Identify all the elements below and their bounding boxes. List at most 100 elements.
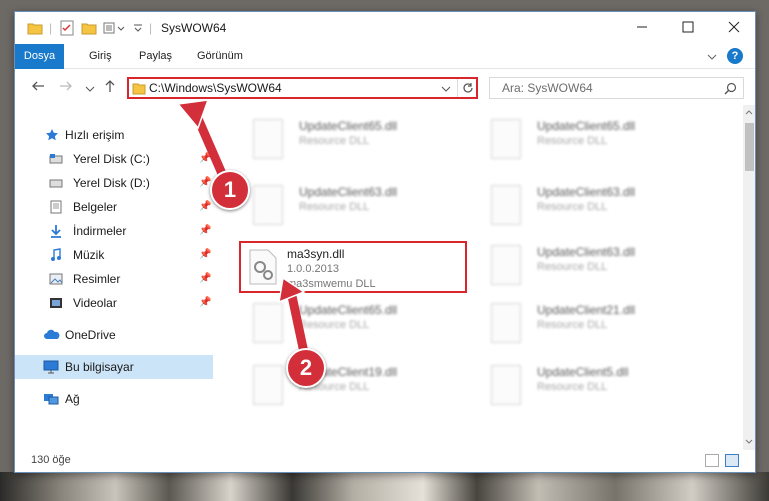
file-item[interactable]: UpdateClient65.dll Resource DLL bbox=[239, 297, 467, 349]
quick-access-dropdown-icon[interactable] bbox=[133, 20, 143, 36]
file-description: Resource DLL bbox=[299, 319, 370, 331]
tab-share[interactable]: Paylaş bbox=[131, 44, 180, 69]
music-icon bbox=[51, 248, 61, 261]
file-description: Resource DLL bbox=[537, 261, 608, 273]
pictures-icon bbox=[49, 273, 63, 285]
up-icon[interactable] bbox=[103, 79, 117, 96]
file-description: Resource DLL bbox=[537, 319, 608, 331]
pin-icon[interactable]: 📌 bbox=[199, 243, 211, 267]
address-row: C:\Windows\SysWOW64 Ara: SysWOW64 bbox=[15, 69, 755, 105]
downloads-icon bbox=[51, 225, 61, 238]
maximize-button[interactable] bbox=[665, 12, 711, 42]
forward-icon[interactable] bbox=[59, 79, 73, 96]
videos-icon bbox=[50, 298, 62, 308]
customize-icon[interactable] bbox=[103, 20, 125, 36]
nav-label: OneDrive bbox=[65, 328, 116, 342]
nav-item-disk-d[interactable]: Yerel Disk (D:) 📌 bbox=[15, 171, 213, 195]
status-bar: 130 öğe bbox=[15, 450, 755, 472]
address-bar[interactable]: C:\Windows\SysWOW64 bbox=[127, 77, 478, 99]
minimize-icon bbox=[637, 26, 647, 28]
expand-ribbon-icon[interactable] bbox=[707, 51, 717, 65]
scrollbar-thumb[interactable] bbox=[745, 123, 754, 171]
file-name: UpdateClient63.dll bbox=[537, 245, 636, 259]
scroll-down-icon[interactable] bbox=[745, 439, 753, 445]
file-description: ma3smwemu DLL bbox=[287, 278, 376, 290]
nav-item-quick-access[interactable]: Hızlı erişim bbox=[15, 123, 213, 147]
pin-icon[interactable]: 📌 bbox=[199, 147, 211, 171]
file-description: Resource DLL bbox=[537, 381, 608, 393]
file-name: UpdateClient65.dll bbox=[537, 119, 636, 133]
star-icon bbox=[46, 129, 58, 141]
item-count: 130 öğe bbox=[31, 454, 71, 466]
tab-file[interactable]: Dosya bbox=[15, 44, 64, 69]
pin-icon[interactable]: 📌 bbox=[199, 219, 211, 243]
search-icon bbox=[724, 82, 737, 95]
file-item[interactable]: UpdateClient63.dll Resource DLL bbox=[477, 179, 705, 231]
minimize-button[interactable] bbox=[619, 12, 665, 42]
selected-file-item[interactable]: ma3syn.dll 1.0.0.2013 ma3smwemu DLL bbox=[239, 241, 467, 293]
pin-icon[interactable]: 📌 bbox=[199, 195, 211, 219]
file-item[interactable]: UpdateClient21.dll Resource DLL bbox=[477, 297, 705, 349]
navigation-pane: Hızlı erişim Yerel Disk (C:) 📌 Yerel Dis… bbox=[15, 105, 213, 450]
file-description: Resource DLL bbox=[537, 201, 608, 213]
nav-item-documents[interactable]: Belgeler 📌 bbox=[15, 195, 213, 219]
pin-icon[interactable]: 📌 bbox=[199, 291, 211, 315]
file-name: UpdateClient5.dll bbox=[537, 365, 629, 379]
tab-home[interactable]: Giriş bbox=[81, 44, 120, 69]
dll-file-icon bbox=[253, 119, 283, 159]
file-item[interactable]: UpdateClient19.dll Resource DLL bbox=[239, 359, 467, 411]
refresh-icon[interactable] bbox=[462, 82, 474, 94]
chevron-down-icon[interactable] bbox=[441, 84, 451, 94]
nav-item-pictures[interactable]: Resimler 📌 bbox=[15, 267, 213, 291]
search-input[interactable]: Ara: SysWOW64 bbox=[489, 77, 744, 99]
drive-icon bbox=[49, 154, 63, 164]
dll-file-icon bbox=[491, 185, 521, 225]
divider: | bbox=[149, 21, 153, 35]
nav-item-downloads[interactable]: İndirmeler 📌 bbox=[15, 219, 213, 243]
dll-file-icon bbox=[253, 185, 283, 225]
dll-file-icon bbox=[491, 365, 521, 405]
nav-label: Resimler bbox=[73, 272, 121, 286]
file-name: ma3syn.dll bbox=[287, 247, 345, 261]
file-item[interactable]: UpdateClient63.dll Resource DLL bbox=[239, 179, 467, 231]
file-list: UpdateClient65.dll Resource DLL UpdateCl… bbox=[227, 105, 741, 450]
nav-label: İndirmeler bbox=[73, 224, 127, 238]
step-badge-1: 1 bbox=[210, 170, 250, 210]
dll-file-icon bbox=[491, 245, 521, 285]
scroll-up-icon[interactable] bbox=[745, 109, 753, 115]
file-description: Resource DLL bbox=[299, 201, 370, 213]
folder-icon[interactable] bbox=[27, 20, 43, 36]
dll-file-icon bbox=[249, 249, 277, 285]
nav-label: Bu bilgisayar bbox=[65, 360, 134, 374]
back-icon[interactable] bbox=[31, 79, 45, 96]
new-folder-icon[interactable] bbox=[81, 20, 97, 36]
dll-file-icon bbox=[253, 365, 283, 405]
file-item[interactable]: UpdateClient5.dll Resource DLL bbox=[477, 359, 705, 411]
file-name: UpdateClient63.dll bbox=[537, 185, 636, 199]
tiles-view-icon[interactable] bbox=[725, 454, 739, 467]
nav-item-this-pc[interactable]: Bu bilgisayar bbox=[15, 355, 213, 379]
recent-locations-icon[interactable] bbox=[85, 81, 95, 97]
nav-label: Hızlı erişim bbox=[65, 128, 125, 142]
file-item[interactable]: UpdateClient65.dll Resource DLL bbox=[239, 113, 467, 165]
nav-item-onedrive[interactable]: OneDrive bbox=[15, 323, 213, 347]
close-button[interactable] bbox=[711, 12, 757, 42]
nav-item-videos[interactable]: Videolar 📌 bbox=[15, 291, 213, 315]
tab-view[interactable]: Görünüm bbox=[189, 44, 251, 69]
nav-item-music[interactable]: Müzik 📌 bbox=[15, 243, 213, 267]
nav-item-disk-c[interactable]: Yerel Disk (C:) 📌 bbox=[15, 147, 213, 171]
close-icon bbox=[728, 21, 740, 33]
file-item[interactable]: UpdateClient65.dll Resource DLL bbox=[477, 113, 705, 165]
details-view-icon[interactable] bbox=[705, 454, 719, 467]
properties-icon[interactable] bbox=[59, 20, 75, 36]
file-version: 1.0.0.2013 bbox=[287, 263, 339, 275]
vertical-scrollbar[interactable] bbox=[743, 105, 755, 450]
help-icon[interactable]: ? bbox=[727, 48, 743, 64]
maximize-icon bbox=[682, 21, 694, 33]
nav-item-network[interactable]: Ağ bbox=[15, 387, 213, 411]
pin-icon[interactable]: 📌 bbox=[199, 267, 211, 291]
nav-label: Ağ bbox=[65, 392, 80, 406]
file-name: UpdateClient63.dll bbox=[299, 185, 398, 199]
search-placeholder: Ara: SysWOW64 bbox=[502, 81, 593, 95]
file-item[interactable]: UpdateClient63.dll Resource DLL bbox=[477, 239, 705, 291]
